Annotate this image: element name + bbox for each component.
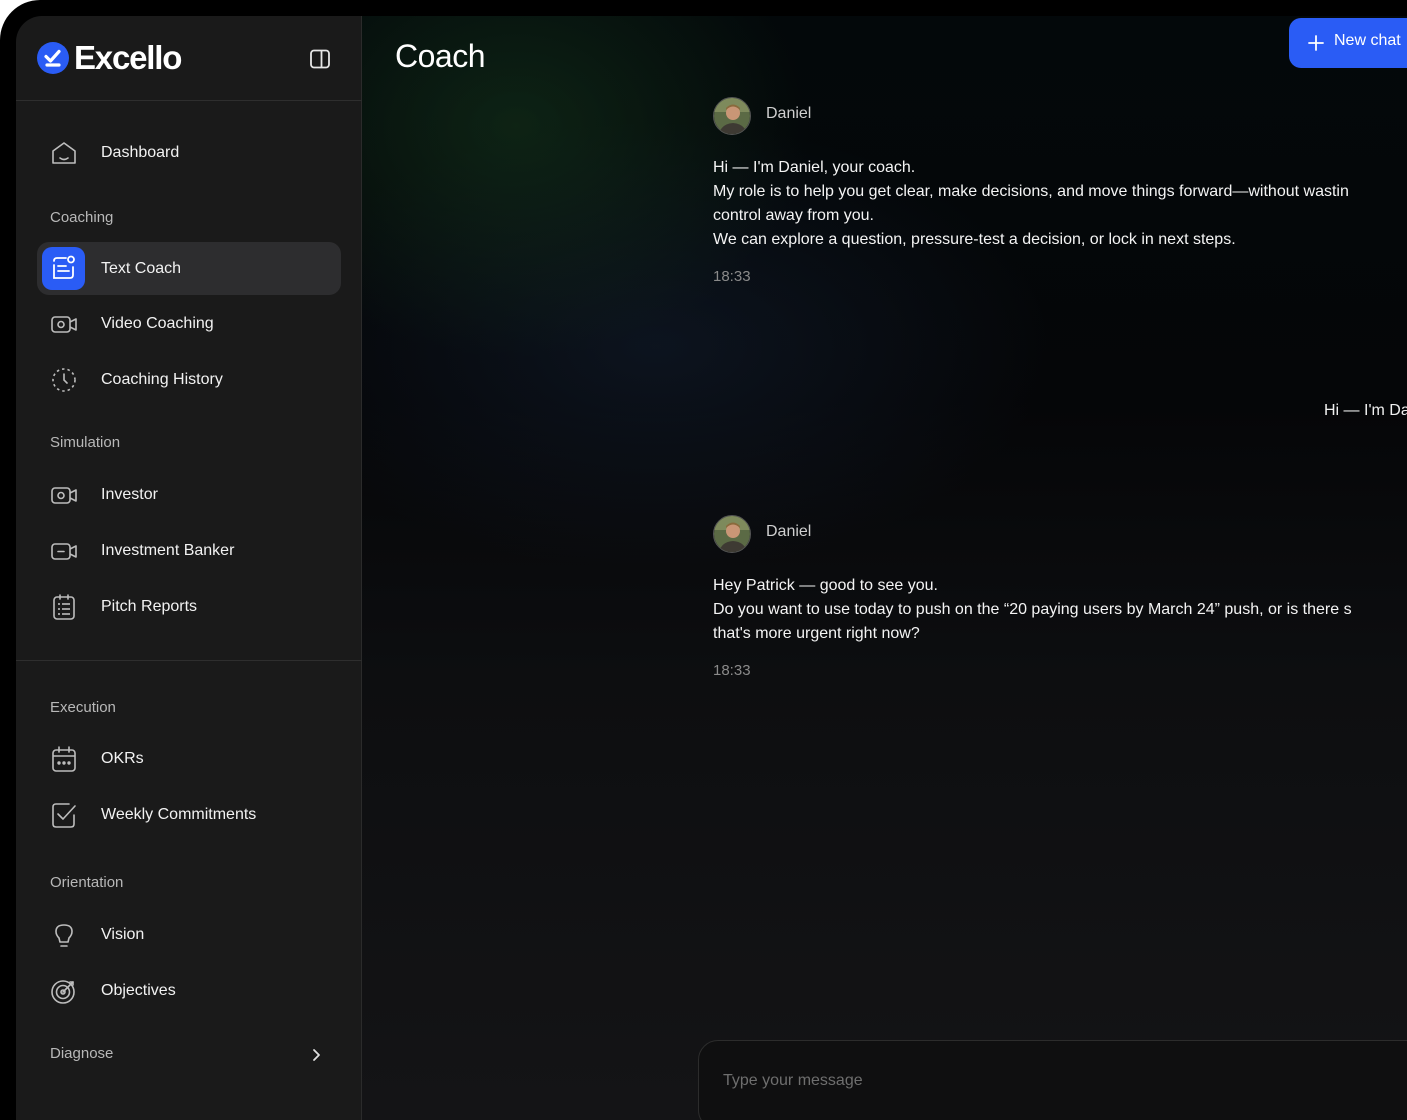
- message-line: Do you want to use today to push on the …: [713, 601, 1352, 618]
- new-chat-label: New chat: [1334, 32, 1401, 49]
- plus-icon: [1308, 35, 1324, 51]
- home-icon: [52, 142, 76, 164]
- sidebar-item-label: Weekly Commitments: [101, 806, 257, 823]
- sidebar-item-label: OKRs: [101, 750, 144, 767]
- sidebar-item-okrs[interactable]: OKRs: [37, 732, 341, 785]
- excello-logo-icon: [37, 42, 69, 74]
- section-title-execution: Execution: [50, 699, 116, 716]
- message-line: My role is to help you get clear, make d…: [713, 183, 1349, 200]
- app-name: Excello: [74, 39, 182, 76]
- target-icon: [51, 980, 75, 1004]
- sidebar-item-label: Dashboard: [101, 144, 180, 161]
- sidebar-item-label: Vision: [101, 926, 145, 943]
- sidebar-item-label: Coaching History: [101, 371, 223, 388]
- sidebar-item-label: Objectives: [101, 982, 176, 999]
- sidebar-item-vision[interactable]: Vision: [37, 908, 341, 961]
- message-timestamp: 18:33: [713, 662, 751, 679]
- section-title-simulation: Simulation: [50, 434, 121, 451]
- clipboard-icon: [53, 594, 75, 620]
- avatar: [713, 97, 751, 135]
- message-line: control away from you.: [713, 207, 874, 224]
- sidebar-divider: [16, 660, 362, 661]
- sidebar-item-objectives[interactable]: Objectives: [37, 964, 341, 1017]
- section-title-coaching: Coaching: [50, 209, 114, 226]
- sidebar-item-coaching-history[interactable]: Coaching History: [37, 353, 341, 406]
- user-message: Hi — I'm Da: [1324, 402, 1407, 419]
- sidebar-item-label: Pitch Reports: [101, 598, 198, 615]
- section-title-diagnose[interactable]: Diagnose: [50, 1045, 113, 1062]
- sidebar-toggle-icon[interactable]: [308, 47, 332, 71]
- new-chat-button[interactable]: New chat: [1289, 18, 1407, 68]
- sender-name: Daniel: [766, 105, 812, 122]
- sidebar-item-label: Video Coaching: [101, 315, 214, 332]
- sidebar-item-investor[interactable]: Investor: [37, 468, 341, 521]
- message-body: Hey Patrick — good to see you. Do you wa…: [713, 574, 1407, 646]
- sidebar-item-investment-banker[interactable]: Investment Banker: [37, 524, 341, 577]
- chat-icon: [42, 247, 85, 290]
- sidebar-item-video-coaching[interactable]: Video Coaching: [37, 297, 341, 350]
- sidebar-item-label: Investment Banker: [101, 542, 235, 559]
- page-title: Coach: [395, 38, 486, 74]
- sidebar-item-text-coach[interactable]: Text Coach: [37, 242, 341, 295]
- message-line: Hi — I'm Daniel, your coach.: [713, 159, 916, 176]
- sidebar-item-dashboard[interactable]: Dashboard: [37, 126, 341, 179]
- history-icon: [52, 368, 76, 392]
- video-icon: [51, 316, 77, 333]
- device-frame: Excello Dashboard Coaching Text Coach Vi…: [0, 0, 1407, 1120]
- sidebar-item-label: Investor: [101, 486, 158, 503]
- message-composer: [698, 1040, 1407, 1120]
- logo-row: Excello: [16, 16, 362, 101]
- message-input[interactable]: [723, 1069, 1323, 1093]
- lightbulb-icon: [55, 924, 73, 947]
- app-screen: Excello Dashboard Coaching Text Coach Vi…: [16, 16, 1407, 1120]
- avatar: [713, 515, 751, 553]
- message-line: We can explore a question, pressure-test…: [713, 231, 1236, 248]
- sender-name: Daniel: [766, 523, 812, 540]
- message-line: that's more urgent right now?: [713, 625, 920, 642]
- sidebar-item-label: Text Coach: [101, 260, 182, 277]
- video-off-icon: [51, 543, 77, 560]
- checkbox-icon: [52, 803, 76, 828]
- section-title-orientation: Orientation: [50, 874, 124, 891]
- sidebar-item-pitch-reports[interactable]: Pitch Reports: [37, 580, 341, 633]
- video-icon: [51, 487, 77, 504]
- message-body: Hi — I'm Daniel, your coach. My role is …: [713, 156, 1407, 252]
- calendar-icon: [52, 746, 76, 772]
- sidebar-item-weekly-commitments[interactable]: Weekly Commitments: [37, 788, 341, 841]
- message-timestamp: 18:33: [713, 268, 751, 285]
- chevron-right-icon[interactable]: [306, 1045, 326, 1065]
- message-line: Hey Patrick — good to see you.: [713, 577, 938, 594]
- sidebar: Excello Dashboard Coaching Text Coach Vi…: [16, 16, 362, 1120]
